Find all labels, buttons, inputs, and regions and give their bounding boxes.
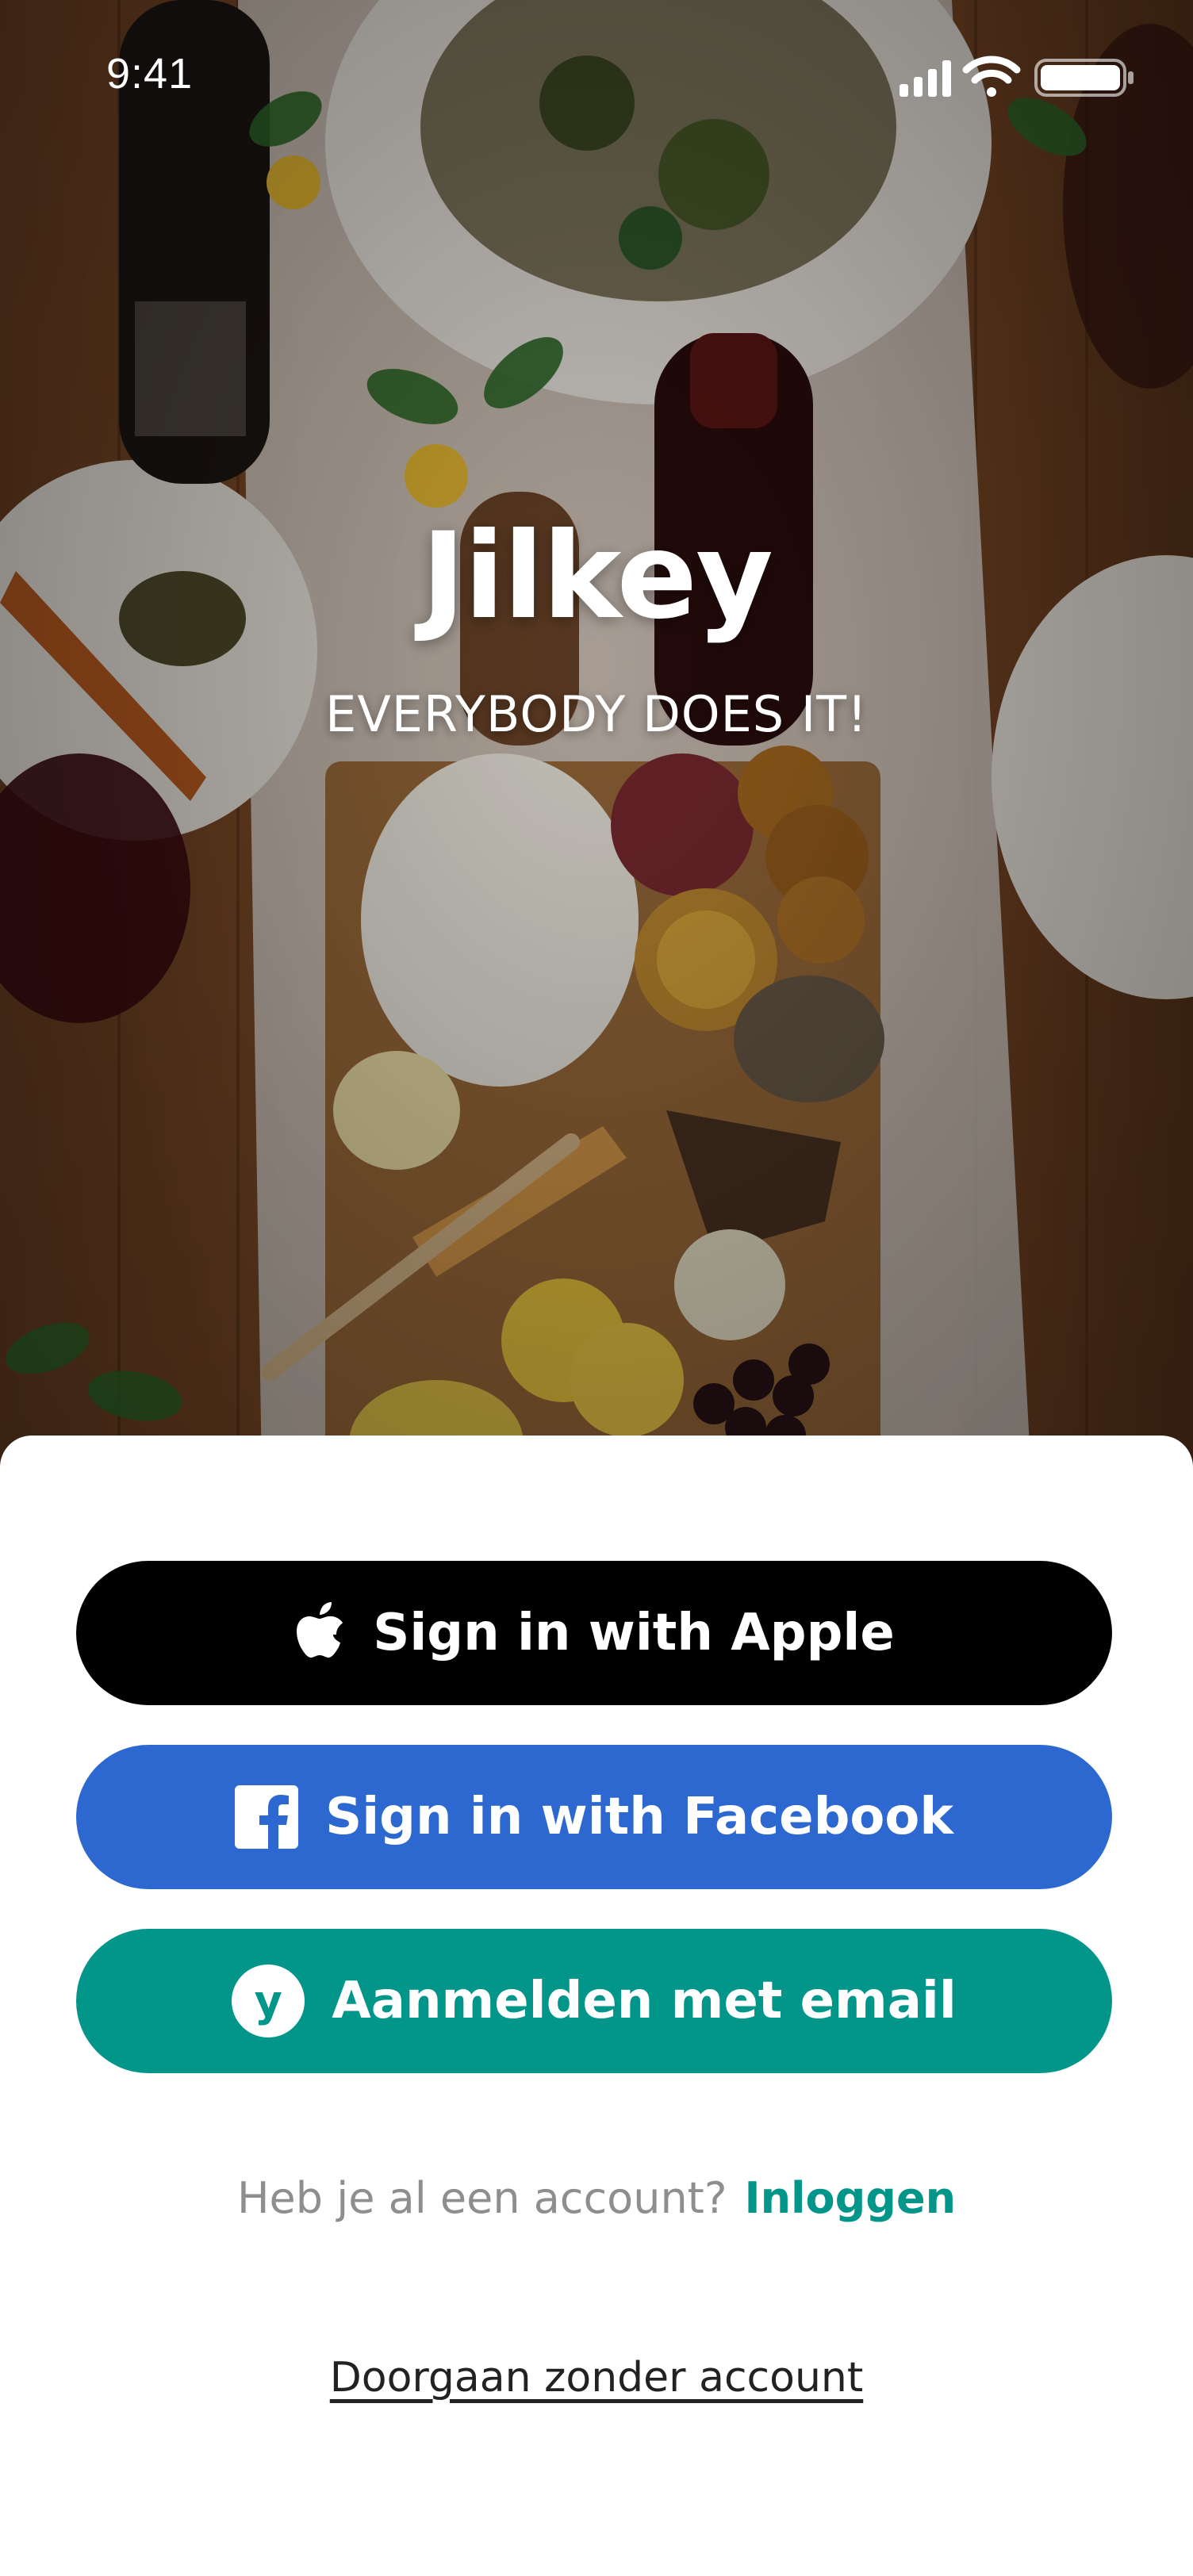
- cellular-signal-icon: [900, 60, 951, 97]
- login-prompt: Heb je al een account?: [236, 2173, 727, 2223]
- sign-in-facebook-label: Sign in with Facebook: [325, 1788, 953, 1846]
- continue-without-account-link[interactable]: Doorgaan zonder account: [330, 2354, 864, 2402]
- auth-sheet: Sign in with Apple Sign in with Facebook…: [0, 1436, 1193, 2576]
- sign-up-email-label: Aanmelden met email: [332, 1972, 957, 2030]
- status-icons: [900, 56, 1137, 104]
- wifi-icon: [962, 56, 1021, 97]
- app-logo-title: Jilkey: [421, 508, 773, 646]
- app-tagline: EVERYBODY DOES IT!: [325, 685, 868, 743]
- sign-up-email-button[interactable]: y Aanmelden met email: [76, 1929, 1112, 2073]
- login-link[interactable]: Inloggen: [745, 2173, 957, 2223]
- apple-logo-icon: [293, 1602, 346, 1664]
- jilkey-badge-icon: y: [232, 1965, 305, 2037]
- sign-in-facebook-button[interactable]: Sign in with Facebook: [76, 1745, 1112, 1889]
- sign-in-apple-button[interactable]: Sign in with Apple: [76, 1561, 1112, 1705]
- email-badge-glyph: y: [232, 1965, 305, 2037]
- sign-in-apple-label: Sign in with Apple: [373, 1604, 895, 1662]
- battery-icon: [1034, 59, 1134, 97]
- login-row: Heb je al een account? Inloggen: [0, 2173, 1193, 2223]
- welcome-screen: 9:41 Jilkey EVERYBODY DOES IT! Sign in w…: [0, 0, 1193, 2576]
- status-bar: 9:41: [0, 0, 1193, 151]
- status-time: 9:41: [106, 50, 194, 98]
- continue-without-account: Doorgaan zonder account: [0, 2354, 1193, 2402]
- facebook-logo-icon: [235, 1785, 299, 1849]
